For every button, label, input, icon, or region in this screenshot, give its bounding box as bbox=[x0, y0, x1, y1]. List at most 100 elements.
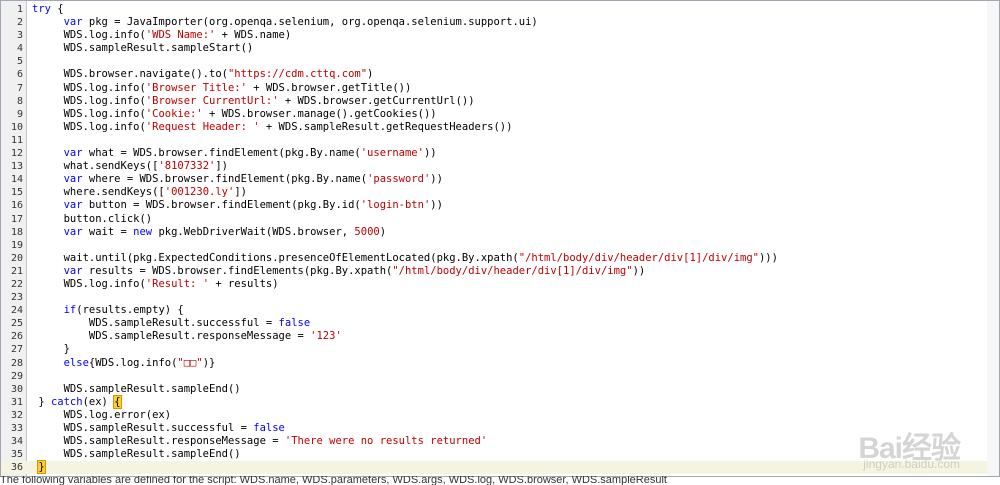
code-line[interactable]: 13 what.sendKeys(['8107332']) bbox=[1, 160, 999, 173]
line-code: } catch(ex) { bbox=[32, 394, 122, 409]
code-token: WDS.log.info( bbox=[32, 107, 146, 120]
code-line[interactable]: 12 var what = WDS.browser.findElement(pk… bbox=[1, 147, 999, 160]
code-line[interactable]: 35 WDS.sampleResult.sampleEnd() bbox=[1, 448, 999, 461]
code-token: WDS.log.error(ex) bbox=[32, 408, 172, 421]
keyword-token: var bbox=[63, 264, 83, 277]
line-number: 10 bbox=[10, 121, 23, 133]
line-number: 1 bbox=[16, 4, 23, 15]
code-line[interactable]: 9 WDS.log.info('Cookie:' + WDS.browser.m… bbox=[1, 108, 999, 121]
line-number: 34 bbox=[10, 436, 23, 448]
code-token: WDS.log.info( bbox=[32, 277, 146, 290]
code-line[interactable]: 8 WDS.log.info('Browser CurrentUrl:' + W… bbox=[1, 95, 999, 108]
code-line[interactable]: 36 } bbox=[1, 460, 999, 475]
code-token: WDS.sampleResult.sampleEnd() bbox=[32, 448, 241, 461]
code-line[interactable]: 1 try { bbox=[1, 3, 999, 16]
line-number: 12 bbox=[10, 148, 23, 160]
code-line[interactable]: 31 } catch(ex) { bbox=[1, 394, 999, 409]
string-token: '8107332' bbox=[158, 160, 216, 173]
line-number: 18 bbox=[10, 226, 23, 238]
line-code: WDS.sampleResult.successful = false bbox=[32, 317, 310, 330]
code-line[interactable]: 11 bbox=[1, 134, 999, 147]
keyword-token: false bbox=[278, 317, 311, 330]
code-line[interactable]: 24 if(results.empty) { bbox=[1, 304, 999, 317]
line-code: WDS.sampleResult.sampleStart() bbox=[32, 42, 254, 55]
line-number: 33 bbox=[10, 423, 23, 434]
line-code: var button = WDS.browser.findElement(pkg… bbox=[32, 199, 443, 212]
code-line[interactable]: 28 else{WDS.log.info("□□")} bbox=[1, 357, 999, 370]
line-number: 29 bbox=[10, 370, 23, 382]
code-line[interactable]: 10 WDS.log.info('Request Header: ' + WDS… bbox=[1, 121, 999, 134]
code-token: WDS.log.info( bbox=[32, 94, 146, 107]
code-line[interactable]: 20 wait.until(pkg.ExpectedConditions.pre… bbox=[1, 252, 999, 265]
line-number: 31 bbox=[10, 396, 23, 408]
code-line[interactable]: 19 bbox=[1, 239, 999, 252]
line-code: WDS.sampleResult.responseMessage = 'Ther… bbox=[32, 435, 488, 448]
code-line[interactable]: 21 var results = WDS.browser.findElement… bbox=[1, 265, 999, 278]
code-token: ) bbox=[379, 225, 387, 238]
code-line[interactable]: 23 bbox=[1, 291, 999, 304]
code-line[interactable]: 32 WDS.log.error(ex) bbox=[1, 409, 999, 422]
line-code: WDS.sampleResult.successful = false bbox=[32, 422, 285, 435]
code-token: button.click() bbox=[32, 212, 153, 225]
keyword-token: catch bbox=[50, 395, 83, 408]
line-code: else{WDS.log.info("□□")} bbox=[32, 356, 216, 370]
code-line[interactable]: 30 WDS.sampleResult.sampleEnd() bbox=[1, 383, 999, 396]
line-number: 17 bbox=[10, 213, 23, 225]
script-editor[interactable]: 1 try {2 var pkg = JavaImporter(org.openq… bbox=[0, 0, 1000, 477]
vertical-scrollbar[interactable] bbox=[987, 1, 999, 476]
code-token: what.sendKeys([ bbox=[32, 160, 159, 173]
code-line[interactable]: 5 bbox=[1, 55, 999, 68]
code-line[interactable]: 14 var where = WDS.browser.findElement(p… bbox=[1, 173, 999, 186]
code-token: ))) bbox=[758, 251, 778, 264]
code-lines: 1 try {2 var pkg = JavaImporter(org.openq… bbox=[1, 3, 999, 475]
code-line[interactable]: 3 WDS.log.info('WDS Name:' + WDS.name) bbox=[1, 29, 999, 42]
code-line[interactable]: 4 WDS.sampleResult.sampleStart() bbox=[1, 42, 999, 55]
string-token: 'Browser CurrentUrl:' bbox=[145, 94, 279, 107]
code-line[interactable]: 22 WDS.log.info('Result: ' + results) bbox=[1, 278, 999, 291]
code-token: (ex) bbox=[82, 395, 115, 408]
string-token: 'login-btn' bbox=[360, 199, 431, 212]
code-line[interactable]: 7 WDS.log.info('Browser Title:' + WDS.br… bbox=[1, 82, 999, 95]
code-line[interactable]: 26 WDS.sampleResult.responseMessage = '1… bbox=[1, 330, 999, 343]
code-token: + WDS.browser.getTitle()) bbox=[246, 81, 412, 94]
code-line[interactable]: 17 button.click() bbox=[1, 213, 999, 226]
code-token: )) bbox=[430, 199, 443, 212]
code-token: } bbox=[32, 343, 70, 356]
line-code: WDS.sampleResult.sampleEnd() bbox=[32, 383, 241, 396]
code-line[interactable]: 27 } bbox=[1, 343, 999, 356]
code-line[interactable]: 6 WDS.browser.navigate().to("https://cdm… bbox=[1, 68, 999, 81]
code-line[interactable]: 34 WDS.sampleResult.responseMessage = 'T… bbox=[1, 435, 999, 448]
line-code: wait.until(pkg.ExpectedConditions.presen… bbox=[32, 252, 778, 265]
line-code: what.sendKeys(['8107332']) bbox=[32, 160, 228, 173]
code-token: )} bbox=[202, 356, 216, 369]
code-token: WDS.sampleResult.successful = bbox=[32, 317, 279, 330]
code-line[interactable]: 16 var button = WDS.browser.findElement(… bbox=[1, 199, 999, 212]
code-line[interactable]: 15 where.sendKeys(['001230.ly']) bbox=[1, 186, 999, 199]
code-token: )) bbox=[423, 147, 437, 160]
code-token: WDS.sampleResult.sampleEnd() bbox=[32, 382, 241, 395]
code-line[interactable]: 18 var wait = new pkg.WebDriverWait(WDS.… bbox=[1, 226, 999, 239]
string-token: 'Result: ' bbox=[145, 277, 210, 290]
line-number: 9 bbox=[16, 108, 23, 120]
code-token: pkg = JavaImporter(org.openqa.selenium, … bbox=[82, 16, 538, 29]
code-line[interactable]: 33 WDS.sampleResult.successful = false bbox=[1, 422, 999, 435]
line-number: 36 bbox=[10, 462, 23, 474]
code-token: {WDS.log.info( bbox=[88, 356, 178, 369]
line-number: 32 bbox=[10, 409, 23, 421]
string-token: 'password' bbox=[367, 173, 431, 186]
code-line[interactable]: 29 bbox=[1, 370, 999, 383]
string-token: 'Cookie:' bbox=[145, 107, 203, 120]
string-token: "/html/body/div/header/div[1]/div/img" bbox=[518, 251, 759, 264]
keyword-token: var bbox=[63, 16, 83, 29]
code-line[interactable]: 2 var pkg = JavaImporter(org.openqa.sele… bbox=[1, 16, 999, 29]
code-token: where = WDS.browser.findElement(pkg.By.n… bbox=[82, 173, 368, 186]
code-token: WDS.log.info( bbox=[32, 120, 146, 133]
string-token: '001230.ly' bbox=[164, 186, 235, 199]
code-line[interactable]: 25 WDS.sampleResult.successful = false bbox=[1, 317, 999, 330]
line-number: 26 bbox=[10, 331, 23, 343]
